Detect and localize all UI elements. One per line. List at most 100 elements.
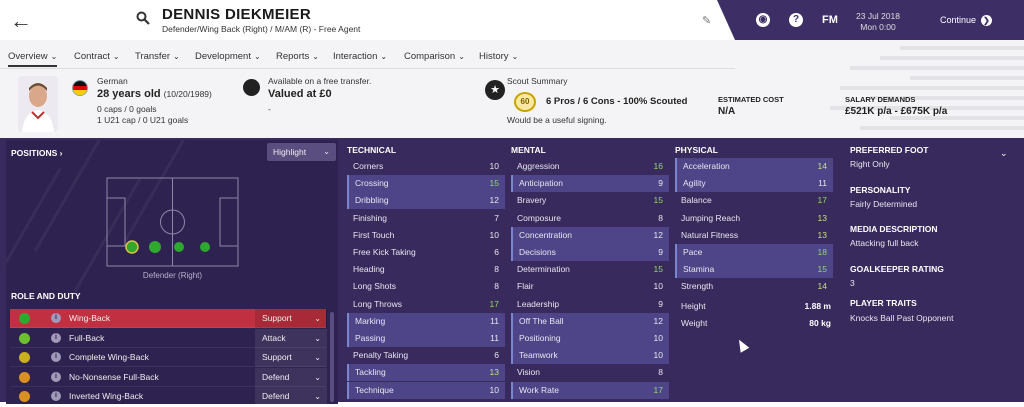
tab-history[interactable]: History ⌄ [479,51,518,62]
attr-value: 11 [490,333,499,343]
valuation-sub: - [268,104,271,114]
tab-label: Contract [74,51,110,62]
role-row[interactable]: i No-Nonsense Full-Back Defend ⌄ [10,367,327,387]
technical-attr-row[interactable]: Corners 10 [347,158,505,175]
tab-overview[interactable]: Overview ⌄ [8,51,58,67]
attr-value: 13 [817,229,827,240]
chevron-down-icon[interactable]: ⌄ [1000,148,1008,159]
role-row[interactable]: i Inverted Wing-Back Defend ⌄ [10,387,327,407]
nationality: German [97,76,128,86]
technical-attr-row[interactable]: Technique 10 [347,381,505,399]
physical-attr-row[interactable]: Acceleration 14 [675,158,833,175]
duty-select[interactable]: Support ⌄ [255,348,327,368]
attr-value: 12 [489,195,499,206]
info-icon[interactable]: i [51,391,61,402]
technical-attr-row[interactable]: Crossing 15 [347,175,505,193]
tab-transfer[interactable]: Transfer ⌄ [135,51,180,62]
role-row[interactable]: i Wing-Back Support ⌄ [10,309,327,328]
duty-select[interactable]: Defend ⌄ [255,387,327,407]
attr-value: 17 [489,298,499,309]
technical-attr-row[interactable]: Finishing 7 [347,210,505,227]
help-icon[interactable]: ? [789,13,803,27]
mental-attr-row[interactable]: Positioning 10 [511,330,669,347]
attr-name: Strength [681,281,714,292]
technical-attr-row[interactable]: Long Shots 8 [347,278,505,295]
duty-select[interactable]: Attack ⌄ [255,328,327,348]
tab-contract[interactable]: Contract ⌄ [74,51,120,62]
estimated-cost-label: ESTIMATED COST [718,95,784,104]
mental-attr-row[interactable]: Leadership 9 [511,296,669,313]
weight-label: Weight [681,318,708,328]
duty-label: Defend [262,391,290,402]
technical-attr-row[interactable]: Marking 11 [347,312,505,330]
mental-attr-row[interactable]: Vision 8 [511,364,669,381]
chevron-down-icon: ⌄ [314,372,321,382]
role-row[interactable]: i Complete Wing-Back Support ⌄ [10,348,327,368]
role-name: Complete Wing-Back [69,352,149,363]
technical-attr-row[interactable]: Dribbling 12 [347,192,505,210]
physical-attr-row[interactable]: Pace 18 [675,244,833,261]
mental-attr-row[interactable]: Flair 10 [511,278,669,295]
physical-title: PHYSICAL [675,145,718,155]
chevron-down-icon: ⌄ [173,52,180,61]
mental-attr-row[interactable]: Off The Ball 12 [511,312,669,330]
mental-attr-row[interactable]: Teamwork 10 [511,347,669,365]
technical-attr-row[interactable]: Heading 8 [347,261,505,278]
tab-development[interactable]: Development ⌄ [195,51,261,62]
technical-attr-row[interactable]: Penalty Taking 6 [347,347,505,364]
continue-button[interactable]: Continue ❯ [940,15,993,26]
physical-attr-row[interactable]: Strength 14 [675,278,833,295]
chevron-down-icon: ⌄ [314,353,321,363]
mental-attr-row[interactable]: Anticipation 9 [511,175,669,193]
highlight-select[interactable]: Highlight ⌄ [267,143,336,161]
tab-interaction[interactable]: Interaction ⌄ [333,51,387,62]
physical-attr-row[interactable]: Agility 11 [675,175,833,193]
chevron-down-icon: ⌄ [253,52,261,61]
attr-value: 15 [489,178,499,189]
mental-attr-row[interactable]: Concentration 12 [511,226,669,244]
continue-label: Continue [940,15,977,25]
tab-comparison[interactable]: Comparison ⌄ [404,51,465,62]
mental-attr-row[interactable]: Decisions 9 [511,244,669,261]
info-icon[interactable]: i [51,313,61,323]
duty-select[interactable]: Support ⌄ [255,309,327,328]
scout-summary-title[interactable]: Scout Summary [507,76,567,86]
attr-value: 15 [817,264,827,275]
duty-select[interactable]: Defend ⌄ [255,367,327,387]
info-icon[interactable]: i [51,332,61,343]
back-arrow-icon[interactable]: ← [10,8,32,34]
technical-attr-row[interactable]: Tackling 13 [347,364,505,382]
role-list-scrollbar[interactable] [330,312,334,402]
club-crest-icon[interactable]: ◉ [756,13,770,27]
technical-attr-row[interactable]: Long Throws 17 [347,296,505,313]
mental-attr-row[interactable]: Aggression 16 [511,158,669,175]
chevron-down-icon: ⌄ [314,392,321,402]
positions-title[interactable]: POSITIONS › [11,148,63,158]
tab-reports[interactable]: Reports ⌄ [276,51,319,62]
search-icon[interactable] [136,11,150,25]
mental-attr-row[interactable]: Work Rate 17 [511,381,669,399]
chevron-down-icon: ⌄ [323,147,330,156]
physical-attr-row[interactable]: Balance 17 [675,192,833,209]
info-icon[interactable]: i [51,352,61,363]
fm-logo[interactable]: FM [822,14,838,26]
mental-attr-row[interactable]: Determination 15 [511,261,669,278]
weight-row: Weight 80 kg [681,318,831,328]
duty-label: Attack [262,332,286,343]
technical-attr-row[interactable]: Passing 11 [347,330,505,347]
physical-attr-row[interactable]: Jumping Reach 13 [675,210,833,227]
edit-pencil-icon[interactable]: ✎ [702,14,713,27]
technical-attr-row[interactable]: First Touch 10 [347,227,505,244]
attr-value: 16 [653,161,663,171]
role-suitability-icon [19,313,30,324]
mental-attr-row[interactable]: Composure 8 [511,210,669,227]
attr-name: Teamwork [519,350,558,361]
role-row[interactable]: i Full-Back Attack ⌄ [10,328,327,348]
mental-attr-row[interactable]: Bravery 15 [511,192,669,209]
physical-attr-row[interactable]: Stamina 15 [675,261,833,279]
info-icon[interactable]: i [51,371,61,382]
physical-attr-row[interactable]: Natural Fitness 13 [675,227,833,244]
attr-name: Bravery [517,195,547,206]
pitch-position-label: Defender (Right) [142,271,203,280]
technical-attr-row[interactable]: Free Kick Taking 6 [347,244,505,261]
